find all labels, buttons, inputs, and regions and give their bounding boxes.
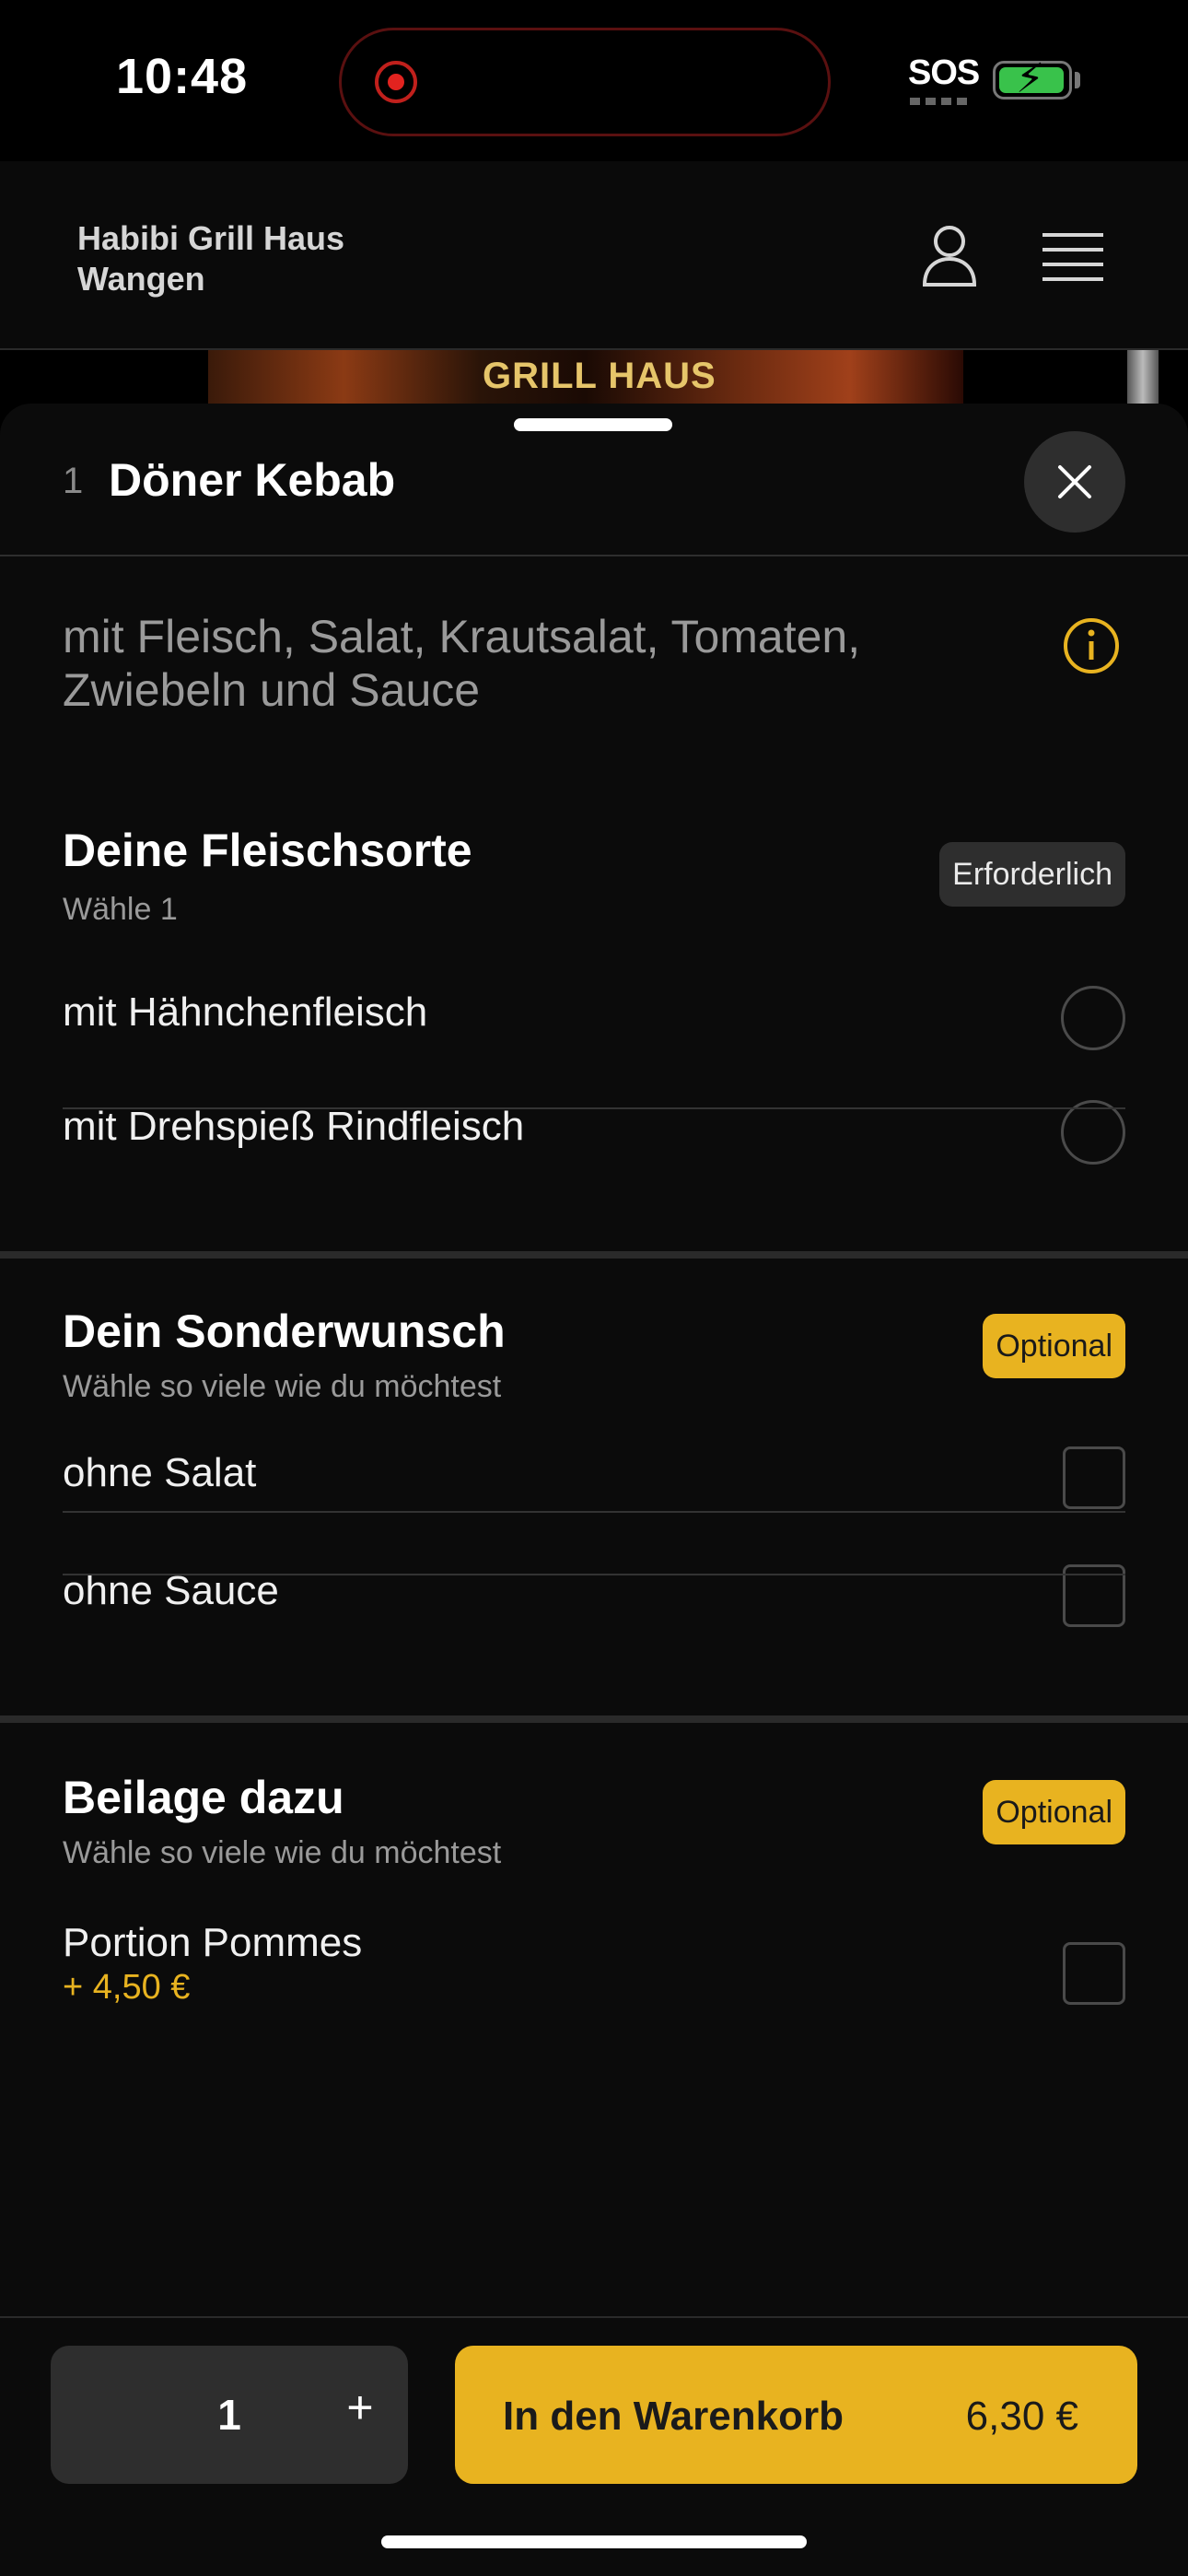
status-time: 10:48 — [116, 49, 249, 104]
user-account-icon[interactable] — [921, 224, 978, 288]
side-section-title: Beilage dazu — [63, 1772, 344, 1823]
product-title: Döner Kebab — [109, 454, 396, 506]
info-icon[interactable] — [1063, 617, 1120, 674]
required-badge: Erforderlich — [939, 842, 1125, 907]
optional-badge: Optional — [983, 1314, 1125, 1378]
section-separator — [0, 1251, 1188, 1259]
meat-section-title: Deine Fleischsorte — [63, 825, 472, 876]
option-divider — [63, 1107, 1125, 1109]
side-dish-section: Beilage dazu Wähle so viele wie du möcht… — [0, 1771, 1188, 2084]
meat-section-subtitle: Wähle 1 — [63, 892, 178, 927]
radio-button[interactable] — [1061, 986, 1125, 1050]
option-chicken[interactable]: mit Hähnchenfleisch — [63, 953, 1125, 1071]
store-name[interactable]: Habibi Grill Haus Wangen — [77, 218, 464, 299]
option-label: mit Drehspieß Rindfleisch — [63, 1104, 525, 1149]
quantity-increase-button[interactable]: + — [323, 2381, 397, 2434]
signal-dots-icon — [910, 98, 971, 105]
radio-button[interactable] — [1061, 1100, 1125, 1165]
app-header: Habibi Grill Haus Wangen — [0, 161, 1188, 350]
option-label: ohne Salat — [63, 1450, 257, 1495]
optional-badge: Optional — [983, 1780, 1125, 1844]
special-section-subtitle: Wähle so viele wie du möchtest — [63, 1369, 502, 1404]
option-no-salad[interactable]: ohne Salat — [63, 1417, 1125, 1535]
option-beef[interactable]: mit Drehspieß Rindfleisch — [63, 1071, 1125, 1188]
banner-pole — [1127, 350, 1159, 404]
store-name-line1: Habibi Grill Haus — [77, 219, 345, 257]
special-request-section: Dein Sonderwunsch Wähle so viele wie du … — [0, 1305, 1188, 1710]
product-description: mit Fleisch, Salat, Krautsalat, Tomaten,… — [63, 611, 861, 716]
close-button[interactable] — [1024, 431, 1125, 533]
close-icon — [1058, 465, 1091, 498]
home-indicator[interactable] — [381, 2535, 807, 2548]
checkbox[interactable] — [1063, 1446, 1125, 1509]
side-section-subtitle: Wähle so viele wie du möchtest — [63, 1835, 502, 1870]
battery-cap — [1075, 72, 1080, 88]
option-fries[interactable]: Portion Pommes + 4,50 € — [63, 1909, 1125, 2047]
option-no-sauce[interactable]: ohne Sauce — [63, 1537, 1125, 1655]
product-sheet: 1 Döner Kebab mit Fleisch, Salat, Krauts… — [0, 404, 1188, 2576]
meat-section: Deine Fleischsorte Wähle 1 Erforderlich … — [0, 824, 1188, 1513]
dynamic-island — [339, 28, 831, 136]
sheet-header: 1 Döner Kebab — [0, 404, 1188, 556]
sos-indicator: SOS — [908, 53, 980, 92]
status-bar: 10:48 SOS ⚡ — [0, 0, 1188, 161]
product-quantity-prefix: 1 — [63, 461, 84, 501]
option-divider — [63, 1574, 1125, 1575]
total-price: 6,30 € — [965, 2394, 1078, 2439]
charging-bolt-icon: ⚡ — [1016, 56, 1044, 101]
add-to-cart-label: In den Warenkorb — [503, 2394, 844, 2439]
menu-icon[interactable] — [1042, 231, 1103, 283]
section-separator — [0, 1715, 1188, 1723]
checkbox[interactable] — [1063, 1942, 1125, 2005]
option-label: mit Hähnchenfleisch — [63, 989, 428, 1035]
option-label: Portion Pommes — [63, 1920, 363, 1965]
restaurant-banner: GRILL HAUS — [0, 350, 1188, 404]
special-section-title: Dein Sonderwunsch — [63, 1306, 506, 1357]
recording-icon — [375, 61, 417, 103]
add-to-cart-button[interactable]: In den Warenkorb 6,30 € — [455, 2346, 1137, 2484]
banner-logo-text: GRILL HAUS — [483, 356, 716, 396]
option-price: + 4,50 € — [63, 1968, 191, 2007]
quantity-stepper: 1 + — [51, 2346, 408, 2484]
store-name-line2: Wangen — [77, 260, 205, 298]
